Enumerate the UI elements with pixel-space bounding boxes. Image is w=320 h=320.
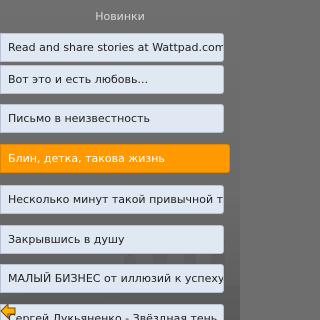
list-item[interactable]: Закрывшись в душу <box>0 225 224 254</box>
list-item[interactable]: Письмо в неизвестность <box>0 104 224 133</box>
list-item-selected[interactable]: Блин, детка, такова жизнь <box>0 144 230 173</box>
list-item[interactable]: МАЛЫЙ БИЗНЕС от иллюзий к успеху <box>0 264 224 293</box>
list-item[interactable]: Вот это и есть любовь... <box>0 65 224 94</box>
list-item[interactable]: Read and share stories at Wattpad.com <box>0 33 224 62</box>
list-item[interactable]: Сергей Лукьяненко - Звёздная тень <box>0 304 224 320</box>
screen-title: Новинки <box>95 10 145 23</box>
screen: Новинки Read and share stories at Wattpa… <box>0 0 240 320</box>
list-item[interactable]: Несколько минут такой привычной тебе <box>0 185 224 214</box>
back-arrow-icon[interactable] <box>0 302 16 320</box>
